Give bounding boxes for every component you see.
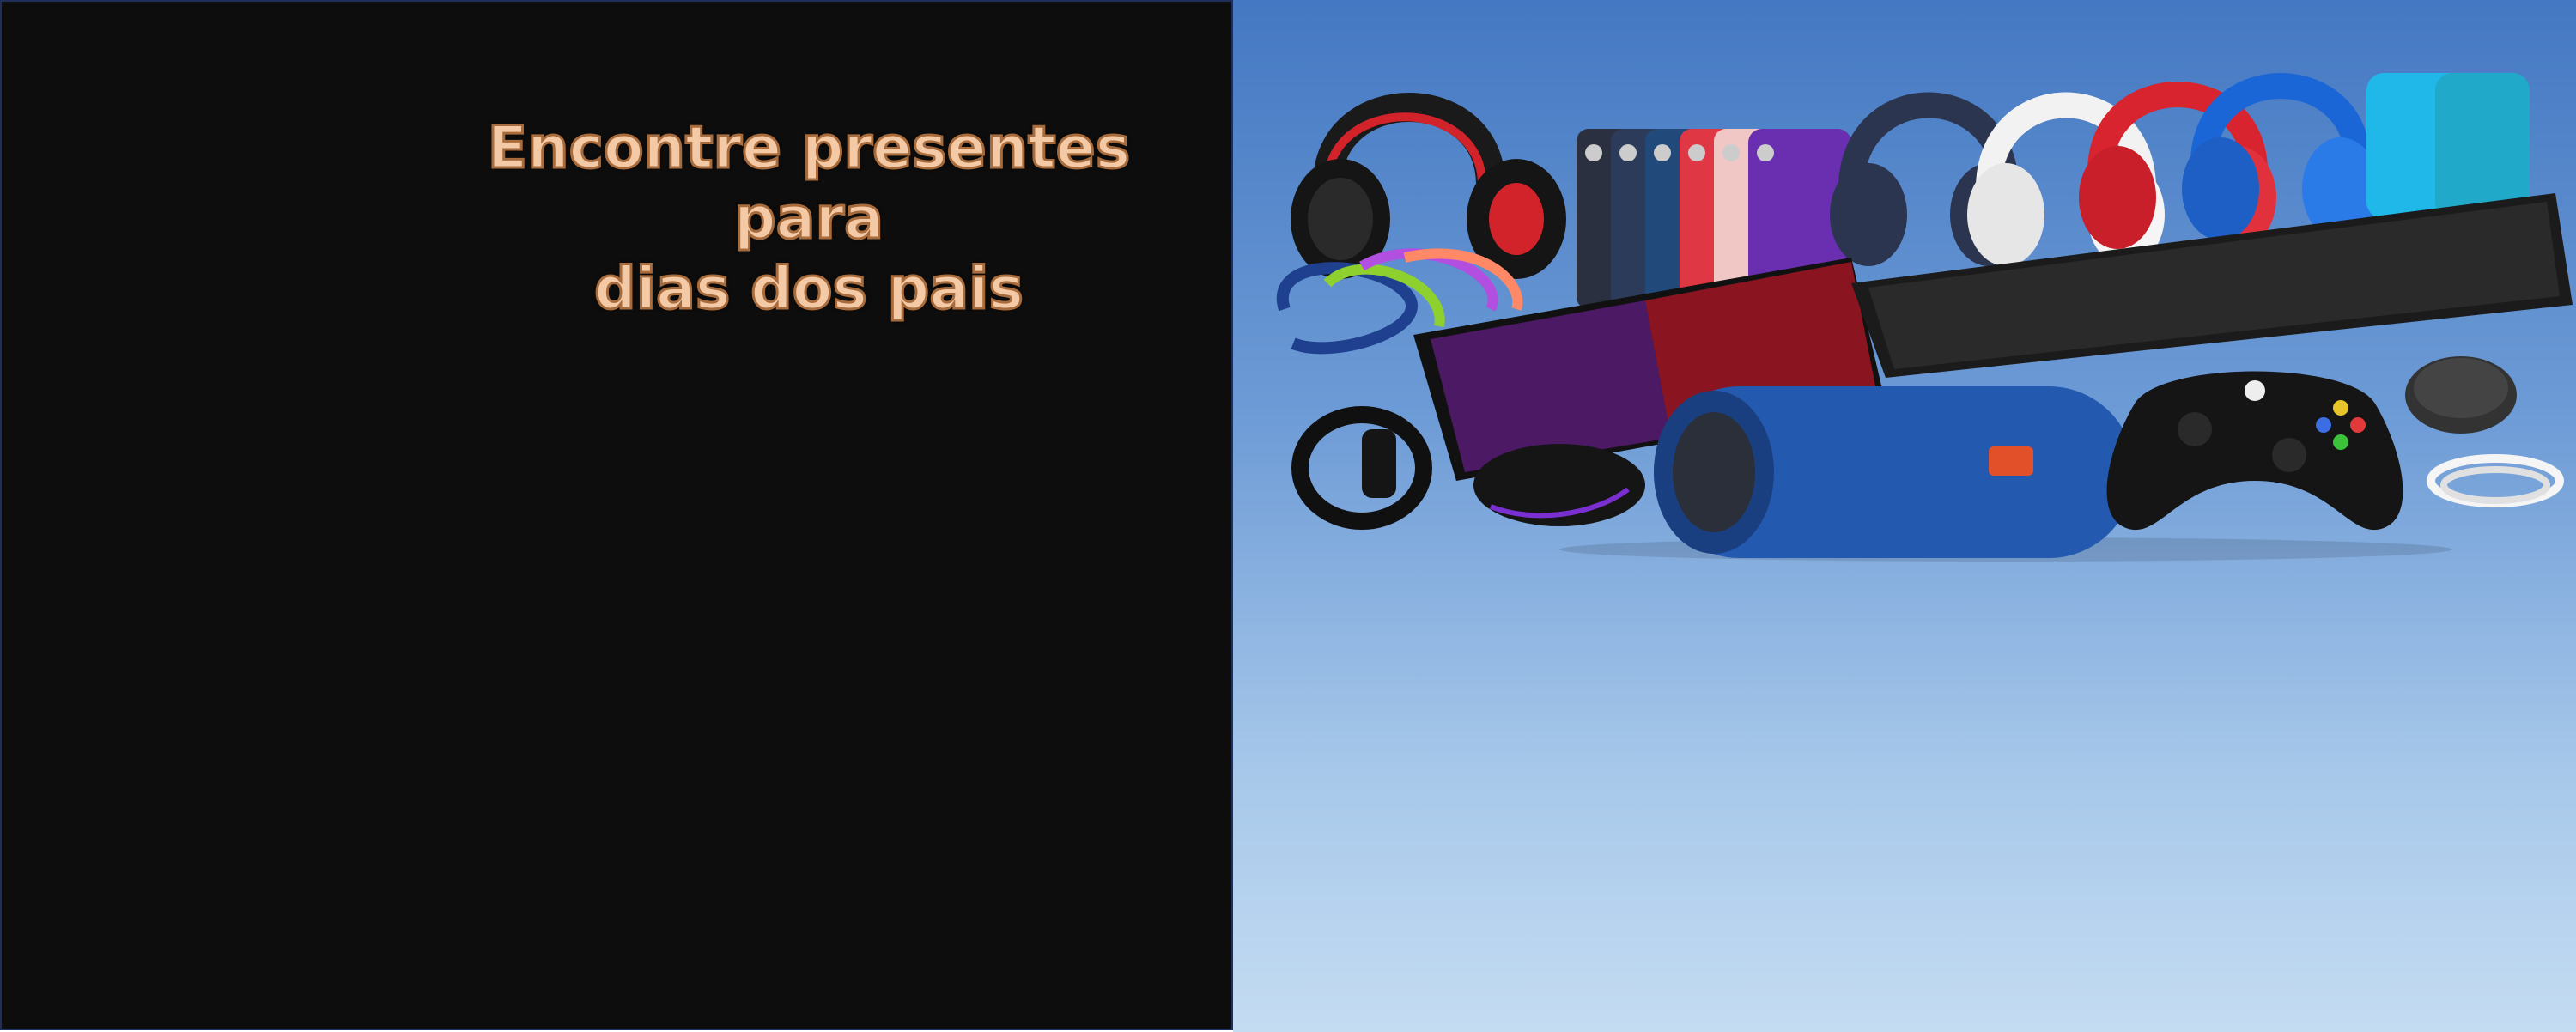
- fitness-band-icon: [1291, 406, 1432, 530]
- wireless-mouse-icon: [2405, 356, 2517, 434]
- products-illustration: [1276, 73, 2573, 562]
- promo-banner[interactable]: Encontre presentes para dias dos pais: [0, 0, 2576, 1032]
- headline-line-2: dias dos pais: [593, 254, 1025, 325]
- bluetooth-speaker-icon: [1654, 386, 2135, 558]
- banner-headline: Encontre presentes para dias dos pais: [405, 113, 1212, 325]
- gaming-mouse-icon: [1473, 444, 1645, 526]
- banner-products-panel: [1233, 0, 2576, 1032]
- game-controller-icon: [2106, 371, 2403, 531]
- headline-line-1: Encontre presentes para: [486, 113, 1132, 254]
- banner-text-panel: Encontre presentes para dias dos pais: [0, 0, 1233, 1030]
- charging-cable-icon: [2427, 454, 2564, 507]
